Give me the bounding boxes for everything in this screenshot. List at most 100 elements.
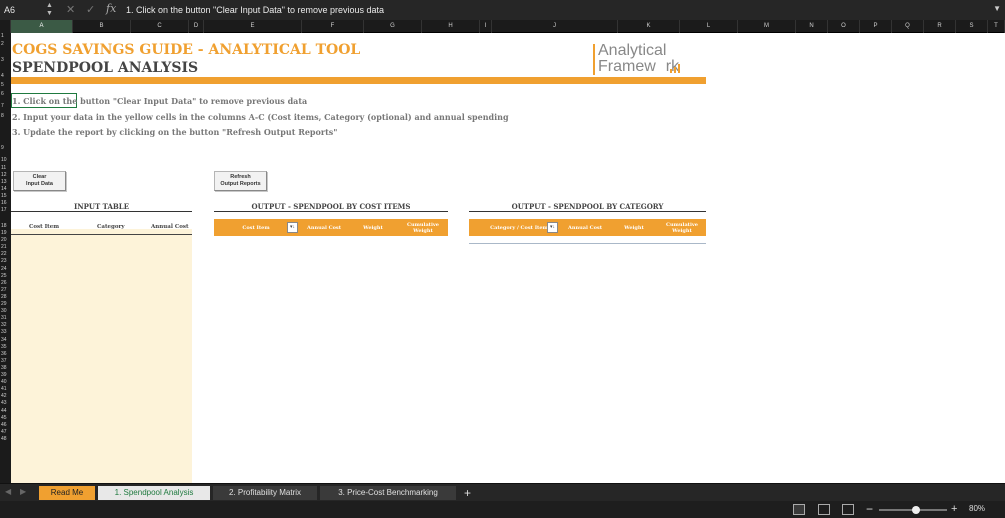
zoom-in-button[interactable]: +: [951, 502, 957, 516]
row-header-9[interactable]: 9: [0, 145, 11, 152]
select-all-corner[interactable]: [0, 20, 11, 33]
column-header-m[interactable]: M: [738, 20, 796, 33]
row-header-3[interactable]: 3: [0, 57, 11, 64]
column-header-a[interactable]: A: [11, 20, 73, 33]
row-header-33[interactable]: 33: [0, 329, 11, 336]
row-header-2[interactable]: 2: [0, 41, 11, 48]
column-header-p[interactable]: P: [860, 20, 892, 33]
column-header-j[interactable]: J: [492, 20, 618, 33]
row-header-19[interactable]: 19: [0, 230, 11, 237]
row-header-32[interactable]: 32: [0, 322, 11, 329]
tab-read-me[interactable]: Read Me: [39, 486, 95, 500]
row-header-38[interactable]: 38: [0, 365, 11, 372]
column-header-r[interactable]: R: [924, 20, 956, 33]
row-header-16[interactable]: 16: [0, 200, 11, 207]
input-table-body[interactable]: [11, 229, 192, 483]
column-header-h[interactable]: H: [422, 20, 480, 33]
column-header-e[interactable]: E: [204, 20, 302, 33]
column-header-n[interactable]: N: [796, 20, 828, 33]
column-header-l[interactable]: L: [680, 20, 738, 33]
row-header-5[interactable]: 5: [0, 82, 11, 89]
column-header-d[interactable]: D: [189, 20, 204, 33]
column-header-b[interactable]: B: [73, 20, 131, 33]
tab-price-cost-benchmarking[interactable]: 3. Price-Cost Benchmarking: [320, 486, 456, 500]
add-sheet-button[interactable]: +: [464, 485, 471, 501]
row-header-30[interactable]: 30: [0, 308, 11, 315]
row-header-39[interactable]: 39: [0, 372, 11, 379]
row-header-45[interactable]: 45: [0, 415, 11, 422]
row-header-17[interactable]: 17: [0, 207, 11, 214]
row-header-21[interactable]: 21: [0, 244, 11, 251]
tab-profitability-matrix[interactable]: 2. Profitability Matrix: [213, 486, 317, 500]
row-header-14[interactable]: 14: [0, 186, 11, 193]
sheet-tab-bar: ◀ ▶ Read Me 1. Spendpool Analysis 2. Pro…: [0, 483, 1005, 501]
spreadsheet-app: A 6 ▲ ▼ ✕ ✓ fx 1. Click on the button "Cle…: [0, 0, 1005, 518]
row-header-25[interactable]: 25: [0, 273, 11, 280]
row-header-36[interactable]: 36: [0, 351, 11, 358]
tab-spendpool-analysis[interactable]: 1. Spendpool Analysis: [98, 486, 210, 500]
tab-scroll-right-icon[interactable]: ▶: [20, 487, 26, 496]
row-header-46[interactable]: 46: [0, 422, 11, 429]
row-header-40[interactable]: 40: [0, 379, 11, 386]
row-header-15[interactable]: 15: [0, 193, 11, 200]
row-header-31[interactable]: 31: [0, 315, 11, 322]
column-header-c[interactable]: C: [131, 20, 189, 33]
row-header-24[interactable]: 24: [0, 266, 11, 273]
confirm-icon[interactable]: ✓: [86, 3, 95, 17]
row-header-7[interactable]: 7: [0, 103, 11, 110]
refresh-button-label-1: Refresh: [230, 174, 251, 180]
clear-input-data-button[interactable]: Clear Input Data: [13, 171, 66, 191]
filter-dropdown-icon[interactable]: ▾↓: [547, 222, 558, 233]
column-header-k[interactable]: K: [618, 20, 680, 33]
row-header-1[interactable]: 1: [0, 33, 11, 40]
function-icon[interactable]: fx: [106, 2, 116, 15]
cost-items-header-cumulative-weight: Cumulative Weight: [407, 221, 439, 234]
row-header-29[interactable]: 29: [0, 301, 11, 308]
row-headers: 1 2 3 4 5 6 7 8 9 10 11 12 13 14 15 16 17 18 19 20 21 22 23 24 2…: [0, 33, 11, 483]
normal-view-icon[interactable]: [793, 504, 805, 515]
row-header-26[interactable]: 26: [0, 280, 11, 287]
column-header-g[interactable]: G: [364, 20, 422, 33]
row-header-11[interactable]: 11: [0, 165, 11, 172]
filter-dropdown-icon[interactable]: ▾↓: [287, 222, 298, 233]
row-header-18[interactable]: 18: [0, 223, 11, 230]
row-header-10[interactable]: 10: [0, 157, 11, 164]
column-header-t[interactable]: T: [988, 20, 1005, 33]
row-header-44[interactable]: 44: [0, 408, 11, 415]
row-header-47[interactable]: 47: [0, 429, 11, 436]
row-header-6[interactable]: 6: [0, 91, 11, 98]
row-header-12[interactable]: 12: [0, 172, 11, 179]
tab-scroll-left-icon[interactable]: ◀: [5, 487, 11, 496]
name-box-stepper-icon[interactable]: ▲ ▼: [46, 2, 53, 18]
page-layout-view-icon[interactable]: [818, 504, 830, 515]
row-header-8[interactable]: 8: [0, 113, 11, 120]
row-header-13[interactable]: 13: [0, 179, 11, 186]
row-header-20[interactable]: 20: [0, 237, 11, 244]
row-header-27[interactable]: 27: [0, 287, 11, 294]
formula-input[interactable]: 1. Click on the button "Clear Input Data…: [120, 2, 990, 18]
row-header-22[interactable]: 22: [0, 251, 11, 258]
row-header-23[interactable]: 23: [0, 258, 11, 265]
column-header-i[interactable]: I: [480, 20, 492, 33]
row-header-48[interactable]: 48: [0, 436, 11, 443]
column-header-o[interactable]: O: [828, 20, 860, 33]
zoom-slider[interactable]: [879, 506, 947, 514]
row-header-4[interactable]: 4: [0, 73, 11, 80]
row-header-42[interactable]: 42: [0, 393, 11, 400]
cancel-icon[interactable]: ✕: [66, 3, 75, 17]
column-header-s[interactable]: S: [956, 20, 988, 33]
row-header-34[interactable]: 34: [0, 337, 11, 344]
worksheet-grid[interactable]: COGS SAVINGS GUIDE - ANALYTICAL TOOL SPE…: [11, 33, 1005, 483]
row-header-37[interactable]: 37: [0, 358, 11, 365]
page-break-view-icon[interactable]: [842, 504, 854, 515]
row-header-35[interactable]: 35: [0, 344, 11, 351]
row-header-43[interactable]: 43: [0, 400, 11, 407]
row-header-41[interactable]: 41: [0, 386, 11, 393]
zoom-slider-thumb[interactable]: [912, 506, 921, 514]
refresh-output-reports-button[interactable]: Refresh Output Reports: [214, 171, 267, 191]
zoom-out-button[interactable]: −: [866, 502, 873, 516]
chevron-down-icon[interactable]: ▼: [993, 4, 1001, 13]
row-header-28[interactable]: 28: [0, 294, 11, 301]
column-header-f[interactable]: F: [302, 20, 364, 33]
column-header-q[interactable]: Q: [892, 20, 924, 33]
